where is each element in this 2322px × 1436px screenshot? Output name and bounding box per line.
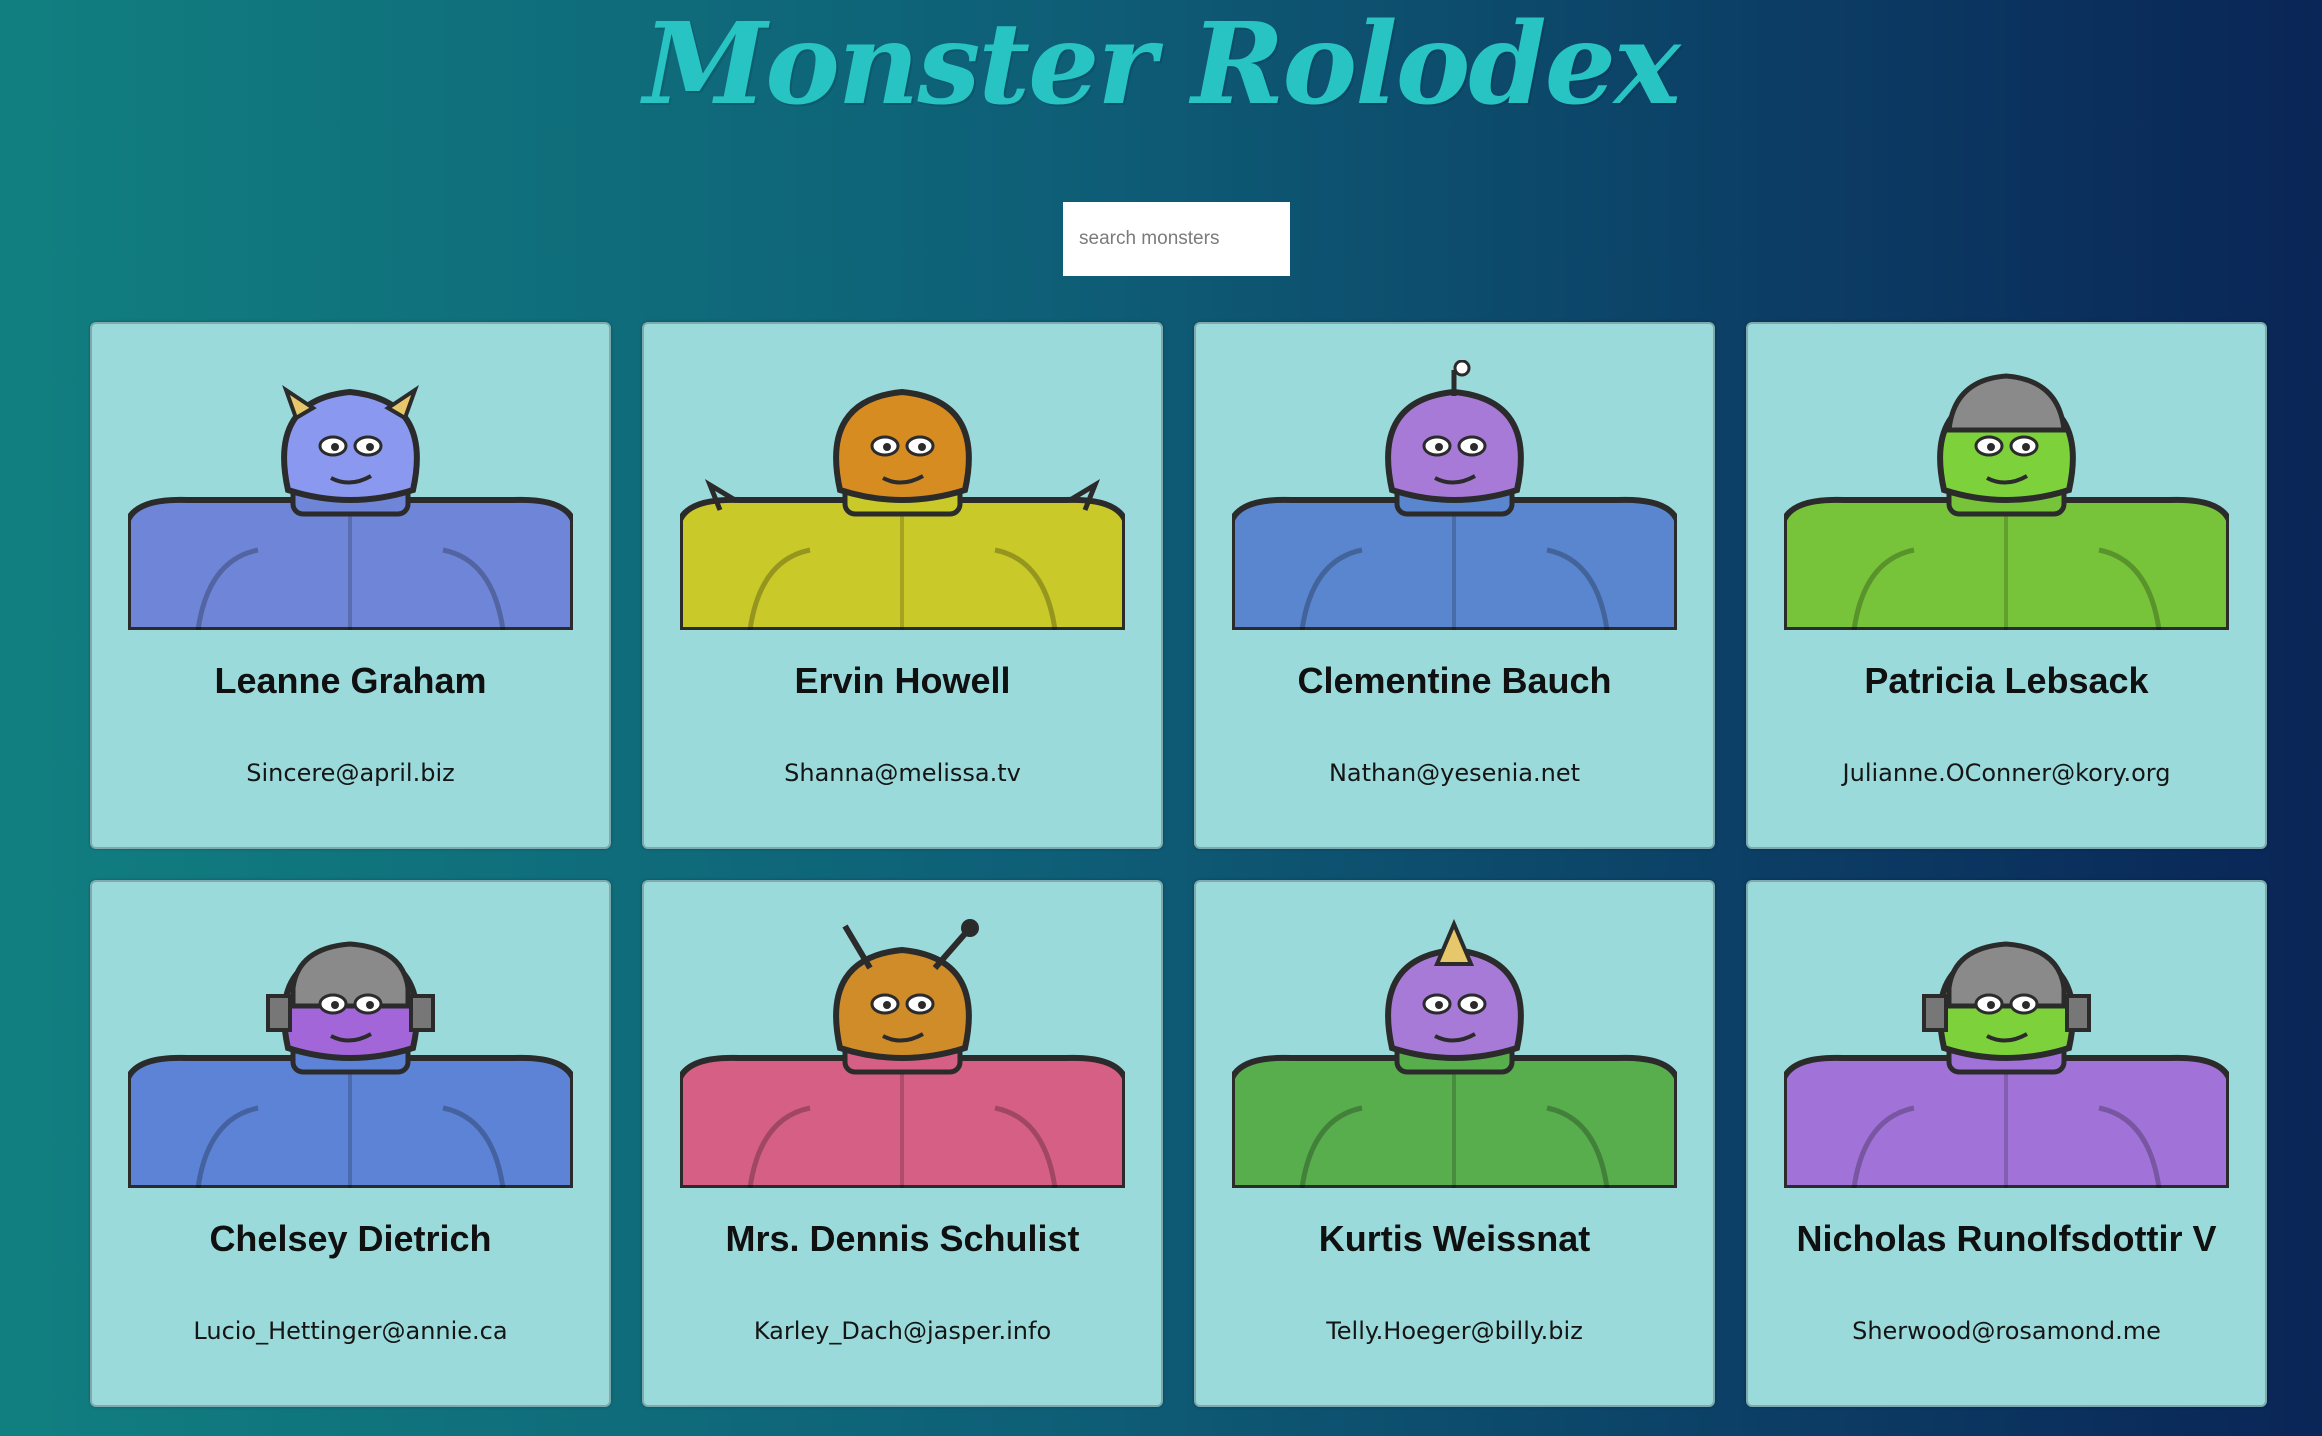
page-title: Monster Rolodex — [643, 0, 1681, 130]
monster-avatar — [128, 941, 573, 1188]
monster-email: Lucio_Hettinger@annie.ca — [193, 1317, 508, 1345]
monster-avatar — [680, 388, 1125, 630]
monster-card[interactable]: Mrs. Dennis Schulist Karley_Dach@jasper.… — [642, 880, 1163, 1407]
monster-name: Clementine Bauch — [1297, 660, 1612, 701]
monster-card[interactable]: Patricia Lebsack Julianne.OConner@kory.o… — [1746, 322, 2267, 849]
monster-name: Kurtis Weissnat — [1318, 1218, 1591, 1259]
monster-name: Ervin Howell — [794, 660, 1011, 701]
monster-name: Leanne Graham — [214, 660, 487, 701]
monster-email: Julianne.OConner@kory.org — [1842, 759, 2171, 787]
helmet-icon — [1946, 373, 2067, 433]
monster-name: Mrs. Dennis Schulist — [725, 1218, 1080, 1259]
monster-card[interactable]: Nicholas Runolfsdottir V Sherwood@rosamo… — [1746, 880, 2267, 1407]
monster-avatar — [1784, 373, 2229, 630]
monster-card[interactable]: Leanne Graham Sincere@april.biz — [90, 322, 611, 849]
search-input[interactable] — [1063, 202, 1290, 276]
monster-email: Karley_Dach@jasper.info — [753, 1317, 1052, 1345]
monster-avatar — [1784, 941, 2229, 1188]
monster-avatar — [1232, 360, 1677, 630]
monster-card[interactable]: Ervin Howell Shanna@melissa.tv — [642, 322, 1163, 849]
monster-name: Nicholas Runolfsdottir V — [1796, 1218, 2217, 1259]
monster-email: Telly.Hoeger@billy.biz — [1326, 1317, 1583, 1345]
monster-name: Patricia Lebsack — [1864, 660, 2149, 701]
monster-email: Nathan@yesenia.net — [1328, 759, 1581, 787]
horn-icon — [1433, 918, 1475, 966]
monster-avatar — [1232, 918, 1677, 1188]
monster-email: Sincere@april.biz — [246, 759, 455, 787]
monster-avatar — [128, 384, 573, 630]
bolts-icon — [290, 941, 411, 1009]
card-list: Leanne Graham Sincere@april.biz Ervin Ho… — [90, 322, 2267, 1407]
monster-email: Sherwood@rosamond.me — [1852, 1317, 2161, 1345]
monster-email: Shanna@melissa.tv — [784, 759, 1021, 787]
bolts-icon — [1946, 941, 2067, 1009]
monster-card[interactable]: Chelsey Dietrich Lucio_Hettinger@annie.c… — [90, 880, 611, 1407]
monster-card[interactable]: Kurtis Weissnat Telly.Hoeger@billy.biz — [1194, 880, 1715, 1407]
monster-name: Chelsey Dietrich — [209, 1218, 492, 1259]
monster-card[interactable]: Clementine Bauch Nathan@yesenia.net — [1194, 322, 1715, 849]
monster-avatar — [680, 919, 1125, 1188]
